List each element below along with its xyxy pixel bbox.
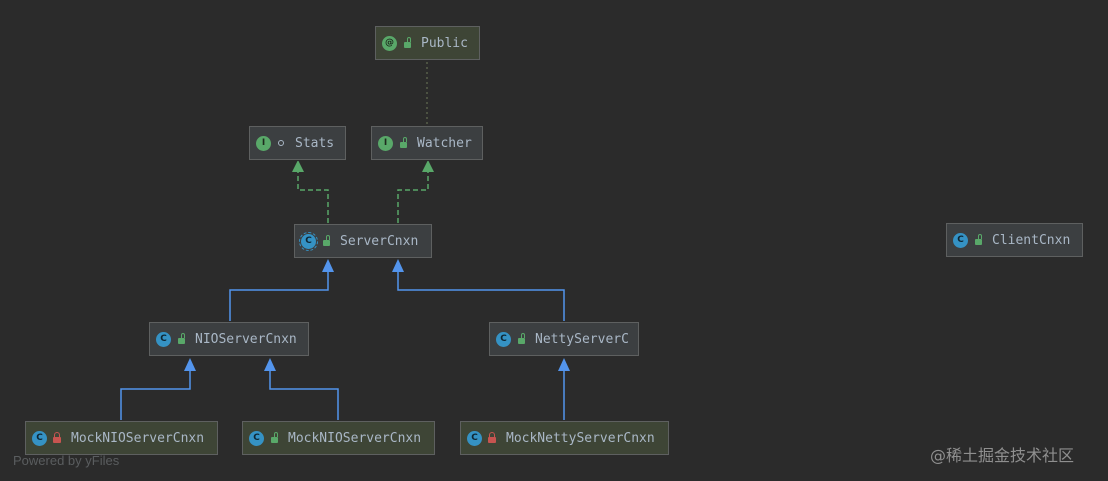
public-lock-icon (972, 234, 984, 246)
juejin-watermark: @稀土掘金技术社区 (930, 446, 1075, 465)
node-label: Stats (295, 135, 335, 151)
node-label: NettyServerC (535, 331, 629, 347)
arrowhead-nio-left (184, 358, 196, 371)
yfiles-watermark: Powered by yFiles (13, 453, 120, 468)
edges-layer (120, 62, 570, 420)
class-icon: C (953, 232, 968, 248)
edge-netty-servercnxn (397, 272, 565, 321)
node-clientcnxn[interactable]: C ClientCnxn (946, 223, 1083, 257)
node-nioservercnxn[interactable]: C NIOServerCnxn (149, 322, 309, 356)
abstract-class-icon: C (299, 231, 318, 251)
edge-servercnxn-stats (297, 172, 329, 223)
package-private-icon (275, 137, 287, 149)
node-mocknioservercnxn-private[interactable]: C MockNIOServerCnxn (25, 421, 218, 455)
arrowhead-stats (292, 160, 304, 172)
node-label: NIOServerCnxn (195, 331, 297, 347)
node-mocknettyservercnxn[interactable]: C MockNettyServerCnxn (460, 421, 669, 455)
annotation-type-icon: @ (382, 35, 397, 51)
node-stats[interactable]: I Stats (249, 126, 346, 160)
node-watcher[interactable]: I Watcher (371, 126, 483, 160)
class-icon: C (249, 430, 264, 446)
node-label: MockNettyServerCnxn (506, 430, 655, 446)
class-icon: C (156, 331, 171, 347)
edge-nio-servercnxn (229, 272, 329, 321)
edge-mocknio-private-nio (120, 371, 191, 420)
arrowhead-servercnxn-left (322, 259, 334, 272)
edge-servercnxn-watcher (397, 172, 429, 223)
node-label: Public (421, 35, 468, 51)
private-lock-icon (486, 432, 498, 444)
interface-icon: I (378, 135, 393, 151)
public-lock-icon (397, 137, 409, 149)
node-label: ServerCnxn (340, 233, 419, 249)
node-label: ClientCnxn (992, 232, 1071, 248)
node-label: Watcher (417, 135, 472, 151)
arrowhead-netty (558, 358, 570, 371)
public-lock-icon (515, 333, 527, 345)
class-icon: C (32, 430, 47, 446)
node-label: MockNIOServerCnxn (288, 430, 422, 446)
class-icon: C (496, 331, 511, 347)
arrowhead-servercnxn-right (392, 259, 404, 272)
private-lock-icon (51, 432, 63, 444)
public-lock-icon (268, 432, 280, 444)
node-public[interactable]: @ Public (375, 26, 480, 60)
interface-icon: I (256, 135, 271, 151)
node-servercnxn[interactable]: C ServerCnxn (294, 224, 432, 258)
node-label: MockNIOServerCnxn (71, 430, 205, 446)
public-lock-icon (320, 235, 332, 247)
arrowhead-nio-right (264, 358, 276, 371)
node-nettyservercnxn[interactable]: C NettyServerC (489, 322, 639, 356)
arrowhead-watcher (422, 160, 434, 172)
public-lock-icon (175, 333, 187, 345)
public-lock-icon (401, 37, 413, 49)
class-icon: C (467, 430, 482, 446)
node-mocknioservercnxn-public[interactable]: C MockNIOServerCnxn (242, 421, 435, 455)
edge-mocknio-public-nio (269, 371, 339, 420)
